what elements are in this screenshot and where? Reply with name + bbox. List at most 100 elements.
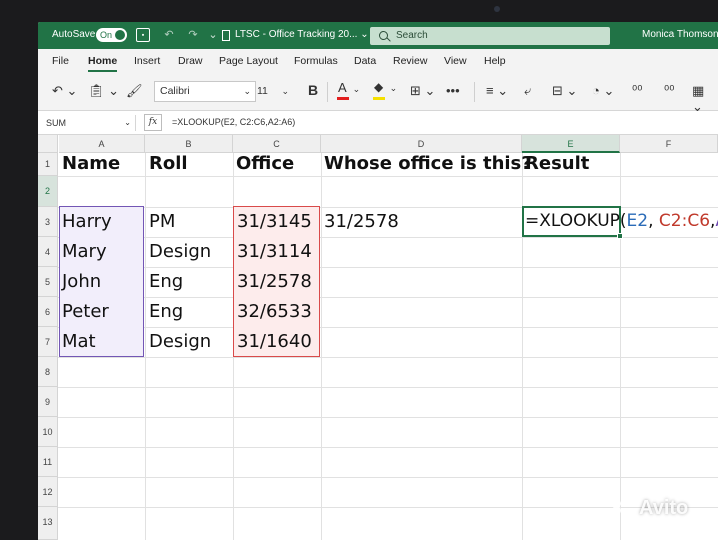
cell-a3[interactable]: Mary [59, 237, 107, 267]
borders-icon[interactable]: ⊞ ⌄ [410, 83, 435, 99]
merge-cells-icon[interactable]: ⊟ ⌄ [552, 83, 577, 99]
select-all-corner[interactable] [38, 135, 58, 153]
row-header-13[interactable]: 13 [38, 507, 58, 540]
row-header-1[interactable]: 1 [38, 153, 58, 176]
cell-b3[interactable]: Design [146, 237, 211, 267]
bold-button[interactable]: B [308, 82, 318, 98]
row-header-9[interactable]: 9 [38, 387, 58, 417]
font-name-select[interactable]: Calibri ⌄ [154, 81, 256, 102]
cell-c2[interactable]: 31/3145 [234, 207, 312, 237]
active-tab-indicator [88, 70, 117, 72]
document-title[interactable]: LTSC - Office Tracking 20... ⌄ [235, 29, 369, 40]
row-header-8[interactable]: 8 [38, 357, 58, 387]
redo-icon[interactable]: ↷ [186, 28, 200, 42]
undo-icon[interactable]: ↶ ⌄ [52, 83, 77, 99]
row-header-10[interactable]: 10 [38, 417, 58, 447]
formula-prefix: =XLOOKUP( [525, 211, 627, 231]
formula-ref-lookup-array: C2:C6 [658, 211, 711, 231]
search-icon [379, 31, 388, 40]
tab-file[interactable]: File [52, 55, 69, 67]
search-placeholder: Search [396, 30, 428, 41]
more-options-icon[interactable]: ••• [446, 83, 460, 99]
font-size-value: 11 [257, 85, 268, 97]
row-header-6[interactable]: 6 [38, 297, 58, 327]
row-header-2[interactable]: 2 [38, 176, 58, 207]
cell-c4[interactable]: 31/2578 [234, 267, 312, 297]
chevron-down-icon: ⌄ [243, 86, 251, 96]
increase-decimal-icon[interactable]: ⁰⁰ [664, 83, 674, 99]
cell-d2[interactable]: 31/2578 [321, 207, 399, 237]
paste-icon[interactable]: 📋︎ ⌄ [88, 83, 119, 99]
cell-a2[interactable]: Harry [59, 207, 112, 237]
cell-b5[interactable]: Eng [146, 297, 183, 327]
formula-bar: SUM ⌄ fx =XLOOKUP(E2, C2:C6,A2:A6) [38, 111, 718, 135]
font-size-select[interactable]: 11 ⌄ [253, 81, 293, 102]
row-header-11[interactable]: 11 [38, 447, 58, 477]
cell-d1[interactable]: Whose office is this? [321, 149, 532, 179]
undo-icon[interactable]: ↶ [162, 28, 176, 42]
save-icon[interactable]: ▪ [136, 28, 150, 42]
tab-draw[interactable]: Draw [178, 55, 203, 67]
gridline [58, 357, 718, 358]
font-color-button[interactable]: A ⌄ [337, 80, 361, 100]
name-box[interactable]: SUM ⌄ [42, 115, 136, 131]
tab-review[interactable]: Review [393, 55, 427, 67]
font-color-swatch [337, 97, 349, 100]
cell-e1[interactable]: Result [522, 149, 589, 179]
number-format-icon[interactable]: ◔ ⌄ [592, 83, 614, 99]
tab-data[interactable]: Data [354, 55, 376, 67]
wrap-text-icon[interactable]: ⤶ [524, 83, 531, 99]
name-box-value: SUM [46, 118, 66, 128]
cell-b6[interactable]: Design [146, 327, 211, 357]
cell-a5[interactable]: Peter [59, 297, 109, 327]
user-name[interactable]: Monica Thomson [642, 29, 718, 40]
row-header-3[interactable]: 3 [38, 207, 58, 237]
tab-page-layout[interactable]: Page Layout [219, 55, 278, 67]
insert-function-button[interactable]: fx [144, 114, 162, 131]
autosave-state: On [100, 30, 113, 40]
cell-b2[interactable]: PM [146, 207, 175, 237]
tab-view[interactable]: View [444, 55, 467, 67]
tab-formulas[interactable]: Formulas [294, 55, 338, 67]
tab-insert[interactable]: Insert [134, 55, 160, 67]
avito-logo-icon [612, 499, 636, 518]
autosave-toggle[interactable]: On [96, 28, 127, 42]
row-header-7[interactable]: 7 [38, 327, 58, 357]
tab-help[interactable]: Help [484, 55, 506, 67]
cell-c6[interactable]: 31/1640 [234, 327, 312, 357]
chevron-down-icon: ⌄ [124, 118, 131, 127]
cell-c3[interactable]: 31/3114 [234, 237, 312, 267]
cell-a1[interactable]: Name [59, 149, 120, 179]
search-box[interactable]: Search [370, 27, 610, 45]
cell-b4[interactable]: Eng [146, 267, 183, 297]
decrease-decimal-icon[interactable]: ⁰⁰ [632, 83, 642, 99]
autosave-label: AutoSave [52, 29, 96, 40]
row-header-5[interactable]: 5 [38, 267, 58, 297]
font-name-value: Calibri [160, 85, 190, 97]
tab-home[interactable]: Home [88, 55, 117, 67]
document-icon [222, 30, 230, 41]
formula-ref-lookup: E2 [626, 211, 649, 231]
cell-b1[interactable]: Roll [146, 149, 188, 179]
cell-e2-edit[interactable]: =XLOOKUP(E2, C2:C6,A2 [523, 207, 718, 236]
fill-color-button[interactable]: ◆ ⌄ [373, 80, 397, 100]
gridline [58, 387, 718, 388]
toolbar-divider [327, 82, 328, 102]
row-header-12[interactable]: 12 [38, 477, 58, 507]
formula-input[interactable]: =XLOOKUP(E2, C2:C6,A2:A6) [172, 117, 295, 127]
chevron-down-icon[interactable]: ⌄ [206, 28, 220, 42]
align-icon[interactable]: ≡ ⌄ [486, 83, 508, 99]
row-header-4[interactable]: 4 [38, 237, 58, 267]
cell-a6[interactable]: Mat [59, 327, 96, 357]
gridline [58, 447, 718, 448]
chevron-down-icon: ⌄ [352, 84, 361, 94]
column-header-f[interactable]: F [620, 135, 718, 153]
fill-color-swatch [373, 97, 385, 100]
excel-window: AutoSave On ▪ ↶ ↷ ⌄ LTSC - Office Tracki… [38, 22, 718, 540]
cell-c1[interactable]: Office [233, 149, 294, 179]
format-painter-icon[interactable]: 🖌︎ [126, 83, 143, 99]
camera-dot [494, 6, 500, 12]
cell-a4[interactable]: John [59, 267, 101, 297]
cell-c5[interactable]: 32/6533 [234, 297, 312, 327]
watermark-text: Avito [639, 497, 689, 519]
